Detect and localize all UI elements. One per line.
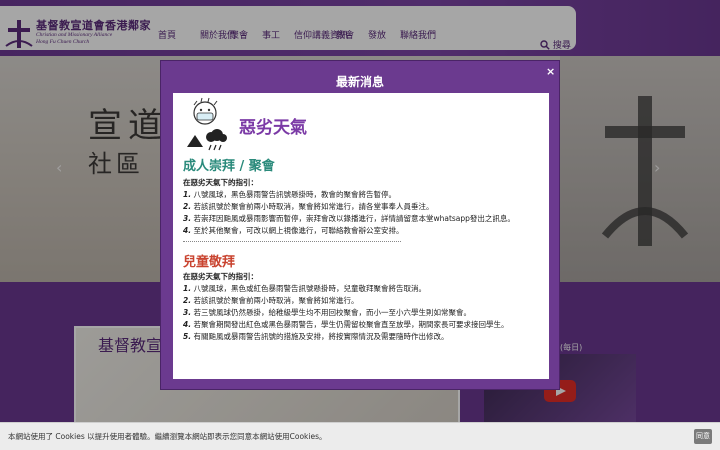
adult-worship-title: 成人崇拜 / 聚會 <box>183 159 275 174</box>
children-guideline-item: 5. 有關颱風或暴雨警告訊號的措施及安排，將按實際情況及需要隨時作出修改。 <box>183 332 449 341</box>
adult-guideline-item: 2. 若該訊號於聚會前兩小時取消，聚會將如常進行，請各堂事奉人員垂注。 <box>183 202 434 211</box>
adult-guideline-heading: 在惡劣天氣下的指引： <box>183 178 258 187</box>
warning-title: 惡劣天氣 <box>239 118 307 138</box>
cookie-consent-bar: 本網站使用了 Cookies 以提升使用者體驗。繼續瀏覽本網站即表示您同意本網站… <box>0 422 720 450</box>
adult-guideline-item: 3. 若崇拜因颱風或暴雨影響而暫停，崇拜會改以錄播進行，詳情請留意本堂whats… <box>183 214 515 223</box>
section-divider <box>183 241 401 242</box>
children-guideline-item: 1. 八號風球，黑色或紅色暴雨警告訊號懸掛時，兒童敬拜聚會將告取消。 <box>183 284 426 293</box>
cookie-consent-text: 本網站使用了 Cookies 以提升使用者體驗。繼續瀏覽本網站即表示您同意本網站… <box>8 432 327 441</box>
cookie-accept-button[interactable]: 同意 <box>694 429 712 444</box>
modal-close-button[interactable]: × <box>546 65 555 78</box>
news-modal: 最新消息 × 惡劣天氣 成人崇拜 / 聚會 在惡劣天氣下的指引： 1. 八號風球… <box>160 60 560 390</box>
adult-guideline-item: 4. 至於其他聚會，可改以網上視像進行，可聯絡教會辦公室安排。 <box>183 226 404 235</box>
children-guideline-item: 3. 若三號風球仍然懸掛，給稚級學生均不用回校聚會，而小一至小六學生則如常聚會。 <box>183 308 471 317</box>
children-worship-title: 兒童敬拜 <box>183 255 236 270</box>
modal-title: 最新消息 <box>335 75 384 89</box>
bad-weather-icon <box>187 97 227 151</box>
children-guideline-heading: 在惡劣天氣下的指引： <box>183 272 258 281</box>
adult-guideline-item: 1. 八號風球，黑色暴雨警告訊號懸掛時，教會的聚會將告暫停。 <box>183 190 396 199</box>
children-guideline-item: 2. 若該訊號於聚會前兩小時取消，聚會將如常進行。 <box>183 296 359 305</box>
children-guideline-item: 4. 若聚會期間發出紅色或黑色暴雨警告，學生仍需留校聚會直至放學，期間家長可要求… <box>183 320 509 329</box>
modal-body: 惡劣天氣 成人崇拜 / 聚會 在惡劣天氣下的指引： 1. 八號風球，黑色暴雨警告… <box>173 93 549 379</box>
